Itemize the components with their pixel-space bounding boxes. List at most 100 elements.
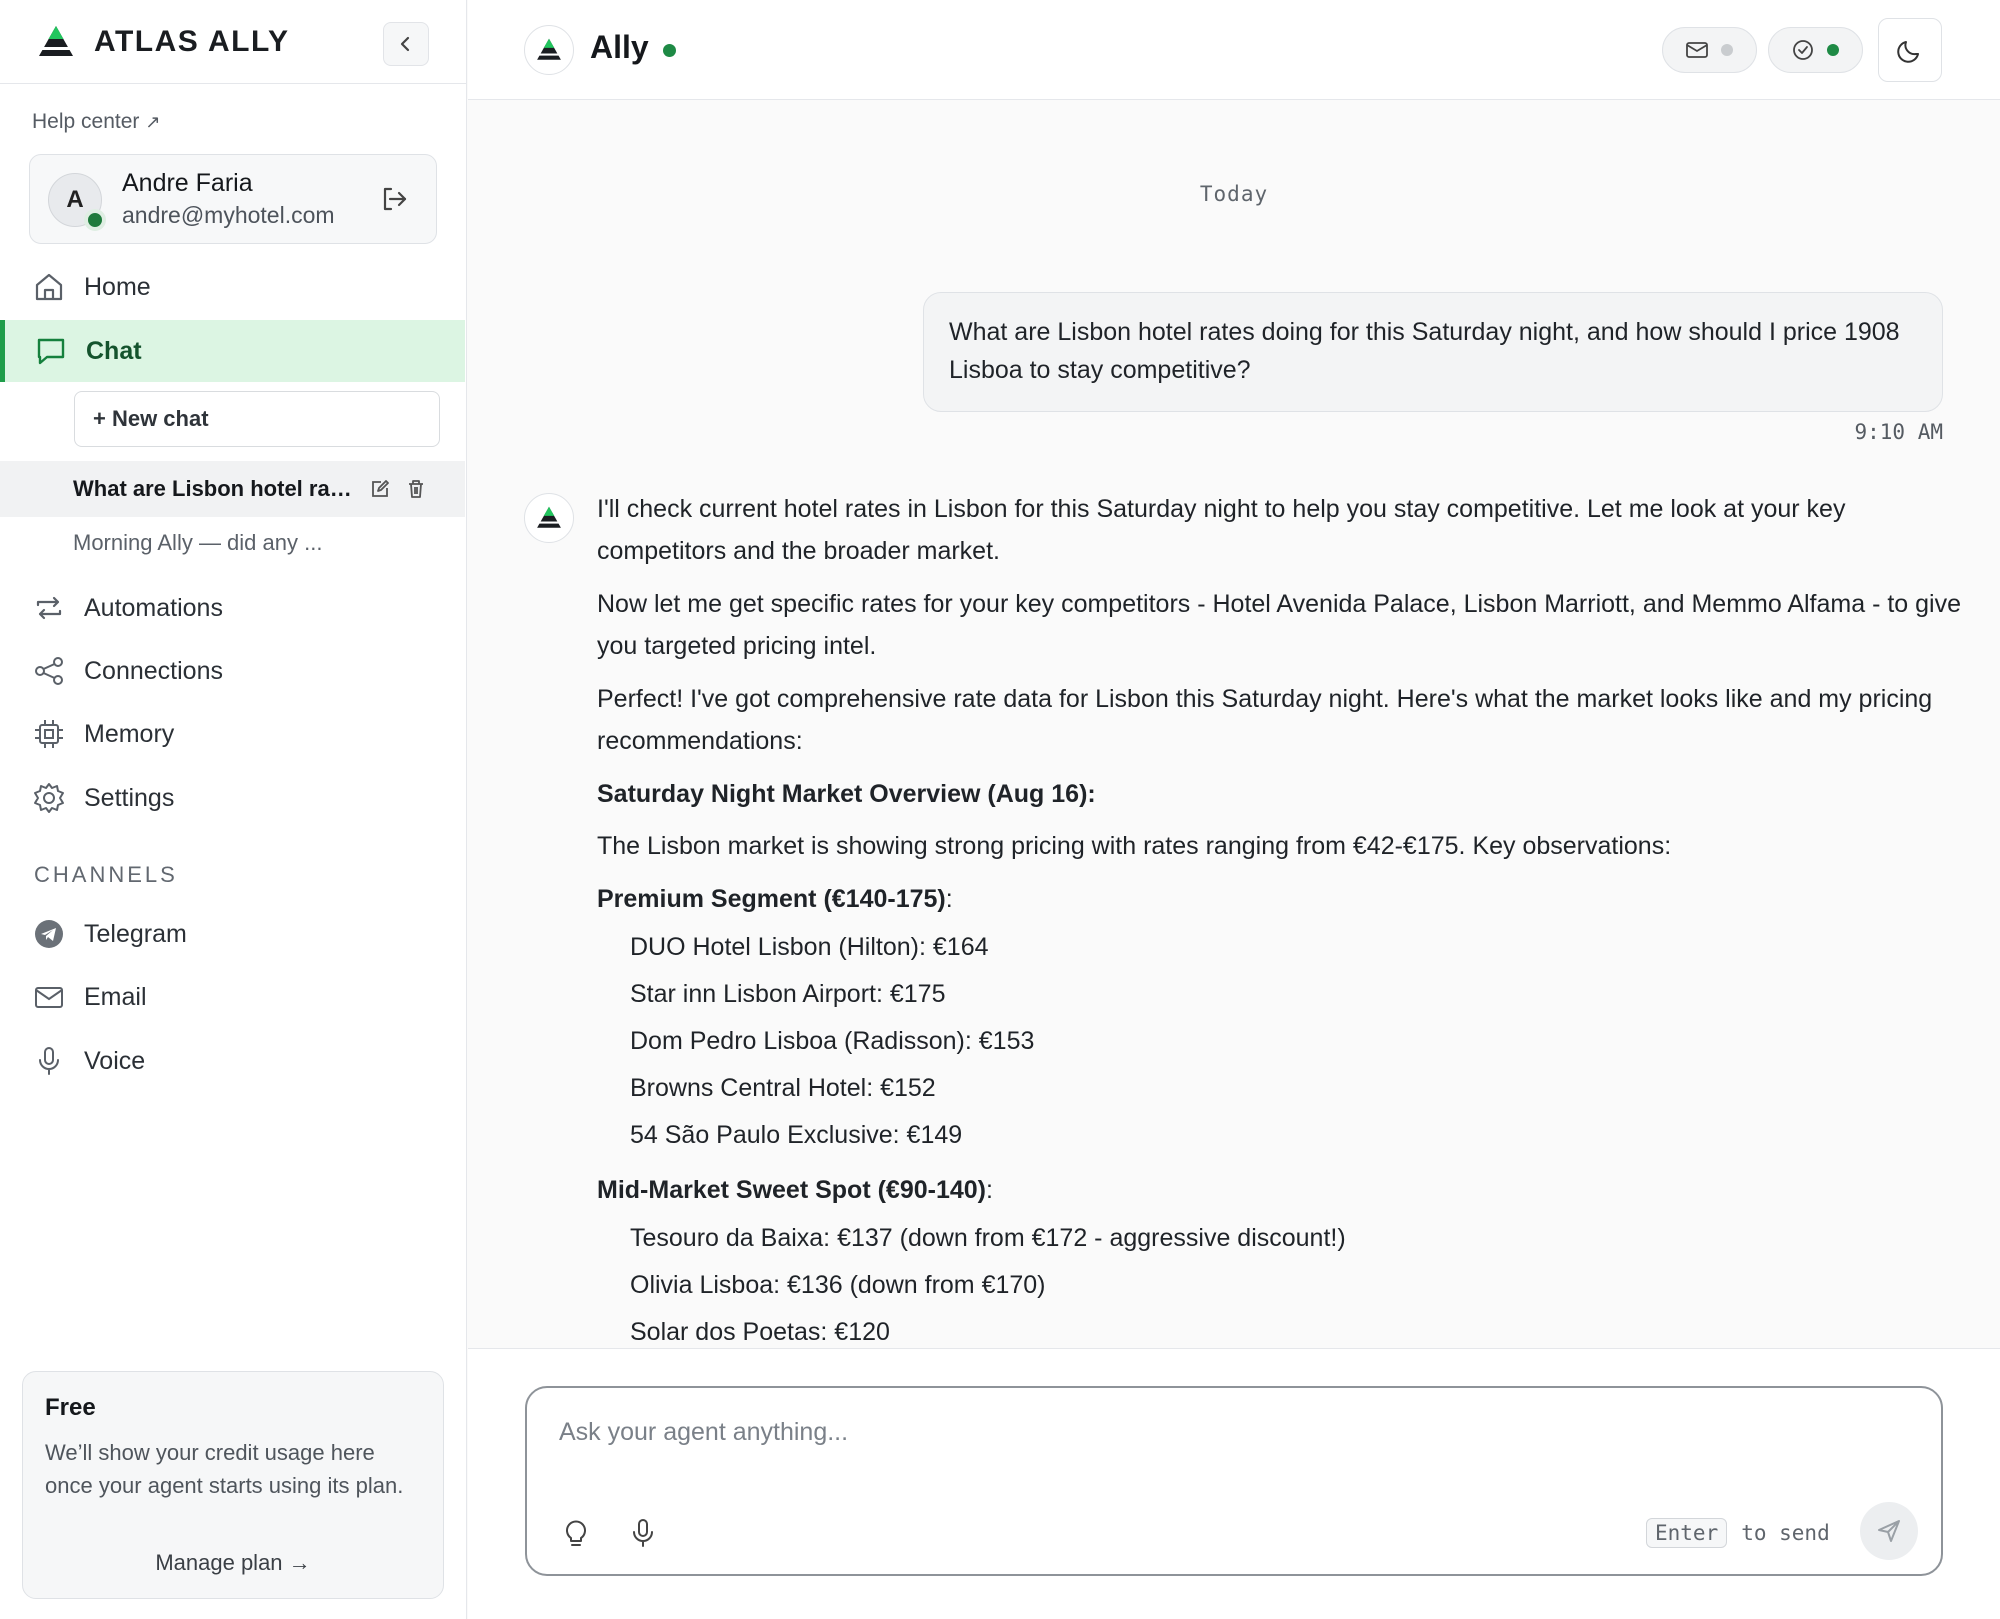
moon-icon — [1897, 41, 1919, 63]
list-item: Olivia Lisboa: €136 (down from €170) — [630, 1271, 1046, 1299]
nav-chat-label: Chat — [86, 336, 142, 365]
send-button[interactable] — [1860, 1502, 1918, 1560]
nav-settings-label: Settings — [84, 783, 175, 812]
theme-toggle-button[interactable] — [1878, 18, 1942, 82]
tasks-status-indicator — [1827, 44, 1839, 56]
nav-settings[interactable]: Settings — [0, 767, 465, 829]
trash-icon[interactable] — [405, 478, 427, 500]
assistant-avatar — [524, 493, 574, 543]
channel-telegram-label: Telegram — [84, 919, 187, 948]
atlas-logo-icon — [537, 38, 561, 60]
mail-icon — [35, 987, 63, 1008]
telegram-icon — [35, 920, 63, 948]
list-item: Star inn Lisbon Airport: €175 — [630, 980, 946, 1008]
nav-memory[interactable]: Memory — [0, 703, 465, 765]
nav-memory-label: Memory — [84, 719, 175, 748]
atlas-logo-icon — [39, 25, 73, 56]
assistant-message: I'll check current hotel rates in Lisbon… — [597, 488, 1967, 1348]
channel-email-label: Email — [84, 982, 147, 1011]
nav-automations[interactable]: Automations — [0, 577, 465, 639]
chat-history-title: What are Lisbon hotel rates doing for th… — [73, 476, 357, 501]
channel-voice-label: Voice — [84, 1046, 146, 1075]
plan-description: We’ll show your credit usage here once y… — [45, 1440, 404, 1498]
agent-avatar — [524, 25, 574, 75]
mail-status-indicator — [1721, 44, 1733, 56]
new-chat-button[interactable]: + New chat — [74, 391, 440, 447]
chat-header: Ally — [468, 0, 2000, 100]
assistant-paragraph: Now let me get specific rates for your k… — [597, 590, 1962, 660]
mid-market-list: Tesouro da Baixa: €137 (down from €172 -… — [597, 1215, 1967, 1348]
user-name: Andre Faria — [122, 169, 253, 197]
list-item: 54 São Paulo Exclusive: €149 — [630, 1121, 963, 1149]
microphone-icon — [39, 1047, 59, 1075]
nav-connections[interactable]: Connections — [0, 640, 465, 702]
message-input[interactable] — [559, 1418, 1859, 1447]
list-item: Dom Pedro Lisboa (Radisson): €153 — [630, 1027, 1035, 1055]
chat-history-item[interactable]: What are Lisbon hotel rates doing for th… — [0, 461, 465, 517]
mail-status-pill[interactable] — [1662, 27, 1757, 73]
chat-history-title: Morning Ally — did any ... — [73, 530, 323, 555]
conversation: Today What are Lisbon hotel rates doing … — [468, 100, 2000, 1348]
edit-icon[interactable] — [369, 478, 391, 500]
assistant-paragraph: Perfect! I've got comprehensive rate dat… — [597, 685, 1933, 755]
help-center-label: Help center — [32, 110, 140, 133]
chat-bubble-icon — [37, 338, 65, 365]
nav-automations-label: Automations — [84, 593, 223, 622]
share-nodes-icon — [35, 657, 63, 685]
composer-area: Enter to send — [468, 1348, 2000, 1619]
nav-home[interactable]: Home — [0, 256, 465, 318]
plan-card: Free We’ll show your credit usage here o… — [22, 1371, 444, 1599]
sidebar: ATLAS ALLY Help center ↗ A Andre Faria an… — [0, 0, 467, 1619]
mid-market-heading: Mid-Market Sweet Spot (€90-140): — [597, 1176, 993, 1204]
lightbulb-icon[interactable] — [559, 1516, 593, 1550]
premium-segment-title: Premium Segment (€140-175) — [597, 885, 946, 913]
external-link-icon: ↗ — [145, 112, 161, 132]
agent-online-dot — [663, 44, 676, 57]
list-item: Solar dos Poetas: €120 — [630, 1318, 890, 1346]
message-timestamp: 9:10 AM — [1854, 420, 1943, 444]
check-circle-icon — [1793, 40, 1813, 60]
manage-plan-link[interactable]: Manage plan → — [23, 1550, 443, 1576]
plan-title: Free — [45, 1394, 96, 1421]
user-message: What are Lisbon hotel rates doing for th… — [923, 292, 1943, 412]
logout-icon[interactable] — [378, 183, 410, 215]
online-status-dot — [84, 209, 106, 231]
help-center-link[interactable]: Help center ↗ — [32, 110, 160, 134]
channels-heading: CHANNELS — [34, 862, 178, 887]
gear-icon — [34, 783, 64, 813]
premium-segment-heading: Premium Segment (€140-175): — [597, 885, 953, 913]
collapse-sidebar-button[interactable] — [383, 22, 429, 66]
list-item: Tesouro da Baixa: €137 (down from €172 -… — [630, 1224, 1346, 1252]
composer: Enter to send — [525, 1386, 1943, 1576]
nav-home-label: Home — [84, 272, 151, 301]
chat-history-item[interactable]: Morning Ally — did any ... — [0, 515, 465, 571]
user-email: andre@myhotel.com — [122, 202, 335, 228]
premium-segment-list: DUO Hotel Lisbon (Hilton): €164 Star inn… — [597, 924, 1967, 1159]
market-overview-text: The Lisbon market is showing strong pric… — [597, 832, 1672, 860]
market-overview-heading: Saturday Night Market Overview (Aug 16): — [597, 780, 1096, 808]
send-icon — [1878, 1520, 1900, 1542]
chevron-left-icon — [400, 36, 410, 52]
enter-key: Enter — [1646, 1518, 1728, 1548]
nav-connections-label: Connections — [84, 656, 223, 685]
atlas-logo-icon — [537, 506, 561, 528]
nav-chat[interactable]: Chat — [0, 320, 465, 382]
list-item: DUO Hotel Lisbon (Hilton): €164 — [630, 933, 989, 961]
repeat-icon — [36, 596, 62, 620]
mid-market-title: Mid-Market Sweet Spot (€90-140) — [597, 1176, 986, 1204]
home-icon — [35, 273, 63, 301]
day-separator: Today — [1199, 182, 1269, 206]
chip-icon — [35, 720, 63, 748]
tasks-status-pill[interactable] — [1768, 27, 1863, 73]
brand-name: ATLAS ALLY — [94, 24, 290, 58]
list-item: Browns Central Hotel: €152 — [630, 1074, 936, 1102]
channel-voice[interactable]: Voice — [0, 1030, 465, 1092]
channel-email[interactable]: Email — [0, 966, 465, 1028]
assistant-paragraph: I'll check current hotel rates in Lisbon… — [597, 495, 1846, 565]
send-hint-text: to send — [1741, 1521, 1830, 1545]
user-card: A Andre Faria andre@myhotel.com — [29, 154, 437, 244]
send-hint: Enter to send — [1646, 1518, 1830, 1548]
microphone-icon[interactable] — [626, 1516, 660, 1550]
channel-telegram[interactable]: Telegram — [0, 903, 465, 965]
agent-name: Ally — [590, 29, 649, 65]
